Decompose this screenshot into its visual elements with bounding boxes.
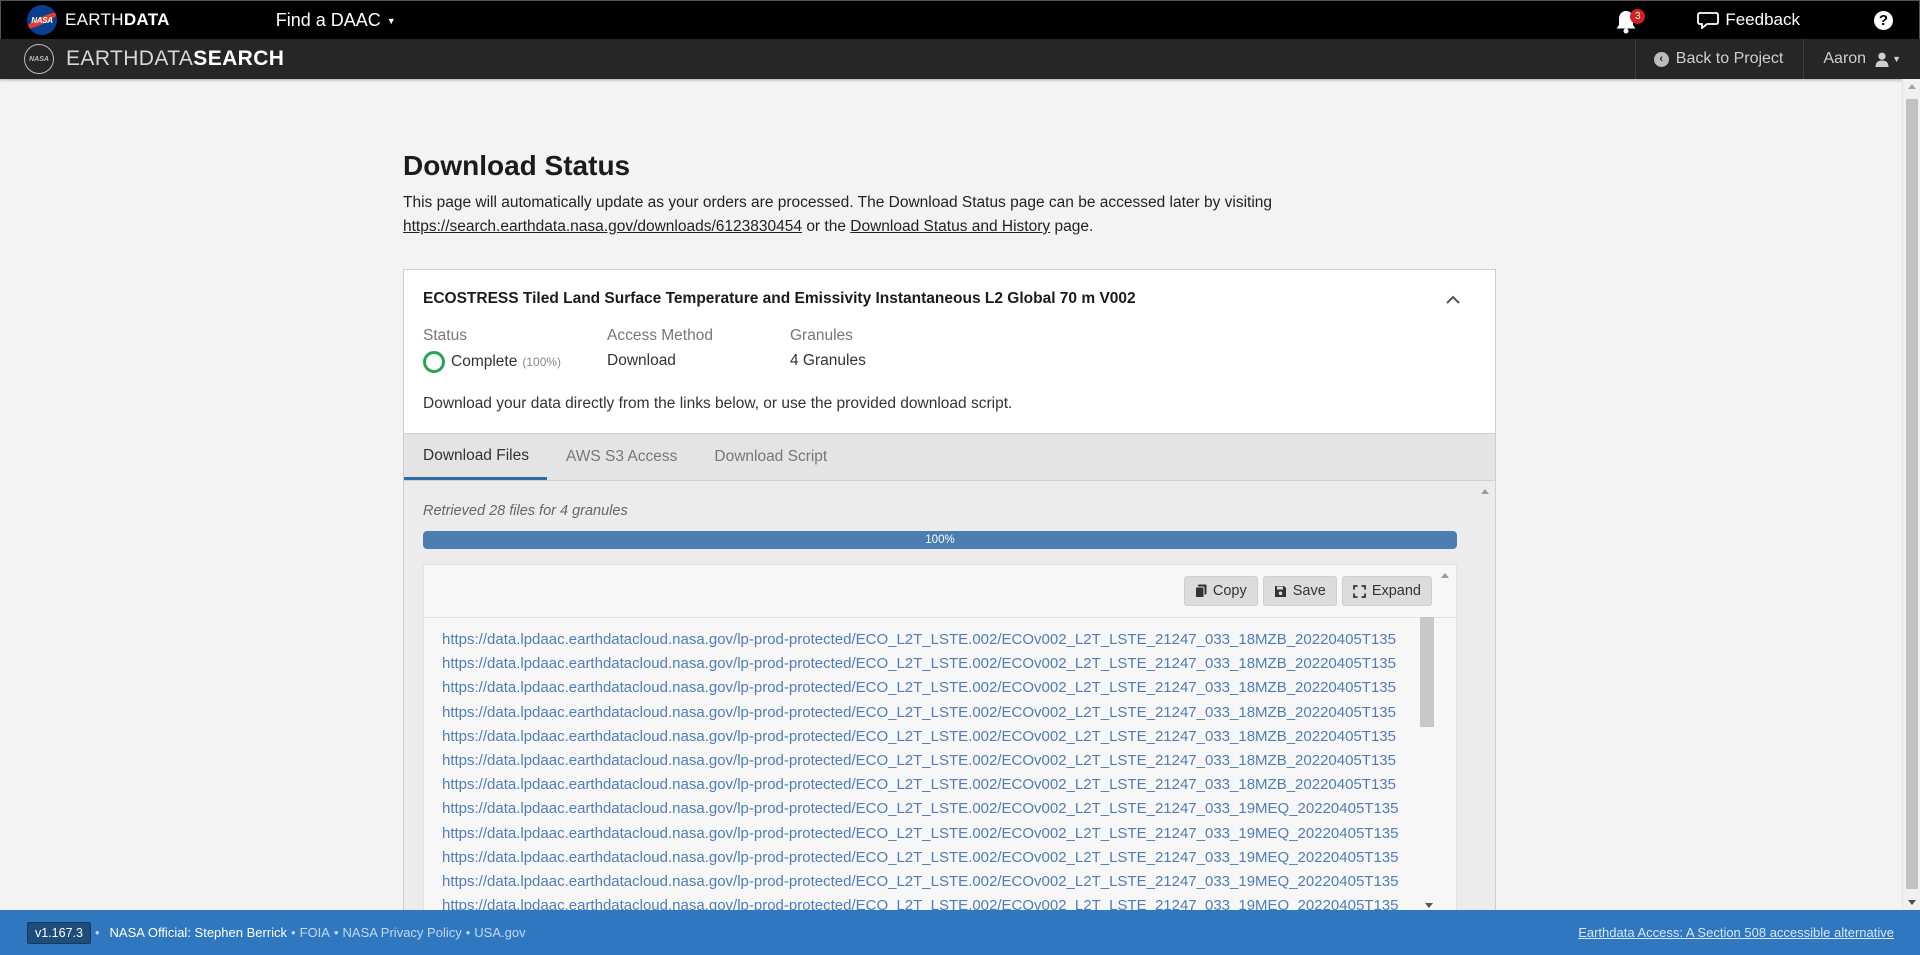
scroll-down-arrow-icon[interactable]: [1908, 900, 1916, 905]
retrieved-files-text: Retrieved 28 files for 4 granules: [423, 503, 628, 519]
user-icon: [1875, 52, 1889, 67]
links-scrollbar[interactable]: [1416, 617, 1434, 913]
usa-gov-link[interactable]: USA.gov: [474, 925, 525, 940]
privacy-policy-link[interactable]: NASA Privacy Policy: [343, 925, 462, 940]
intro-text: This page will automatically update as y…: [403, 194, 1273, 235]
download-files-panel: Retrieved 28 files for 4 granules 100% C…: [404, 481, 1495, 913]
panel-scroll-up-icon[interactable]: [1481, 489, 1489, 494]
foia-link[interactable]: FOIA: [300, 925, 330, 940]
download-link[interactable]: https://data.lpdaac.earthdatacloud.nasa.…: [442, 676, 1435, 700]
download-links-box: Copy Save Expand https://data.lpdaac.ear…: [423, 564, 1457, 913]
access-method-value: Download: [607, 352, 676, 369]
tab-download-script[interactable]: Download Script: [695, 434, 845, 480]
granules-value: 4 Granules: [790, 352, 866, 369]
earthdata-brand[interactable]: EARTHDATA: [65, 10, 170, 30]
earthdata-search-bar: NASA EARTHDATASEARCH ‹ Back to Project A…: [0, 39, 1920, 79]
scroll-up-arrow-icon[interactable]: [1908, 84, 1916, 89]
download-link[interactable]: https://data.lpdaac.earthdatacloud.nasa.…: [442, 797, 1435, 821]
page-title: Download Status: [403, 150, 631, 181]
status-value: Complete: [451, 353, 518, 370]
find-a-daac-menu[interactable]: Find a DAAC ▼: [276, 10, 396, 31]
download-link[interactable]: https://data.lpdaac.earthdatacloud.nasa.…: [442, 701, 1435, 725]
download-link[interactable]: https://data.lpdaac.earthdatacloud.nasa.…: [442, 846, 1435, 870]
chat-icon: [1697, 12, 1720, 29]
nasa-meatball-icon[interactable]: NASA: [24, 44, 54, 74]
scrollbar-thumb[interactable]: [1906, 99, 1918, 889]
arrow-left-circle-icon: ‹: [1653, 51, 1669, 67]
download-links-list: https://data.lpdaac.earthdatacloud.nasa.…: [442, 628, 1435, 913]
expand-icon: [1352, 584, 1366, 598]
user-menu[interactable]: Aaron ▼: [1803, 39, 1920, 79]
status-percent: (100%): [522, 355, 562, 369]
order-card: ECOSTRESS Tiled Land Surface Temperature…: [403, 269, 1496, 913]
feedback-button[interactable]: Feedback: [1697, 10, 1800, 30]
back-to-project-button[interactable]: ‹ Back to Project: [1634, 39, 1804, 79]
links-scroll-up-icon[interactable]: [1441, 573, 1449, 578]
version-badge: v1.167.3: [27, 921, 91, 944]
caret-down-icon: ▼: [386, 15, 396, 26]
earthdata-topbar: NASA EARTHDATA Find a DAAC ▼ 3 Feedback ?: [0, 0, 1920, 39]
download-link[interactable]: https://data.lpdaac.earthdatacloud.nasa.…: [442, 749, 1435, 773]
copy-icon: [1194, 584, 1207, 598]
notifications-button[interactable]: 3: [1615, 7, 1646, 34]
download-link[interactable]: https://data.lpdaac.earthdatacloud.nasa.…: [442, 628, 1435, 652]
order-description: Download your data directly from the lin…: [423, 395, 1013, 412]
caret-down-icon: ▼: [1892, 54, 1901, 64]
save-button[interactable]: Save: [1262, 576, 1337, 606]
tab-aws-s3-access[interactable]: AWS S3 Access: [547, 434, 695, 480]
page-scrollbar[interactable]: [1902, 79, 1920, 910]
collapse-button[interactable]: [1445, 292, 1461, 308]
download-link[interactable]: https://data.lpdaac.earthdatacloud.nasa.…: [442, 822, 1435, 846]
access-method-meta: Access Method Download: [607, 327, 713, 369]
save-icon: [1274, 585, 1286, 597]
copy-button[interactable]: Copy: [1183, 576, 1258, 606]
notification-badge: 3: [1630, 9, 1646, 24]
download-link[interactable]: https://data.lpdaac.earthdatacloud.nasa.…: [442, 725, 1435, 749]
expand-button[interactable]: Expand: [1341, 576, 1432, 606]
accessible-alternative-link[interactable]: Earthdata Access: A Section 508 accessib…: [1578, 925, 1894, 940]
download-link[interactable]: https://data.lpdaac.earthdatacloud.nasa.…: [442, 773, 1435, 797]
tab-download-files[interactable]: Download Files: [404, 434, 547, 480]
granules-meta: Granules 4 Granules: [790, 327, 866, 369]
help-button[interactable]: ?: [1874, 10, 1893, 30]
complete-status-icon: [423, 351, 445, 373]
download-link[interactable]: https://data.lpdaac.earthdatacloud.nasa.…: [442, 870, 1435, 894]
earthdata-search-brand[interactable]: EARTHDATASEARCH: [66, 47, 284, 71]
links-scrollbar-thumb[interactable]: [1420, 617, 1434, 727]
footer: v1.167.3 • NASA Official: Stephen Berric…: [0, 910, 1920, 955]
nasa-logo[interactable]: NASA: [27, 5, 57, 35]
download-tabs: Download Files AWS S3 Access Download Sc…: [404, 433, 1495, 481]
chevron-up-icon: [1446, 295, 1460, 304]
collection-title: ECOSTRESS Tiled Land Surface Temperature…: [423, 290, 1136, 307]
download-url-link[interactable]: https://search.earthdata.nasa.gov/downlo…: [403, 218, 802, 235]
links-scroll-down-icon[interactable]: [1425, 903, 1433, 908]
download-progress-bar: 100%: [423, 531, 1457, 549]
download-history-link[interactable]: Download Status and History: [850, 218, 1050, 235]
links-toolbar: Copy Save Expand: [424, 565, 1456, 618]
status-meta: Status Complete (100%): [423, 327, 561, 373]
download-link[interactable]: https://data.lpdaac.earthdatacloud.nasa.…: [442, 652, 1435, 676]
progress-fill: 100%: [423, 531, 1457, 549]
nasa-official: NASA Official: Stephen Berrick: [109, 925, 288, 940]
